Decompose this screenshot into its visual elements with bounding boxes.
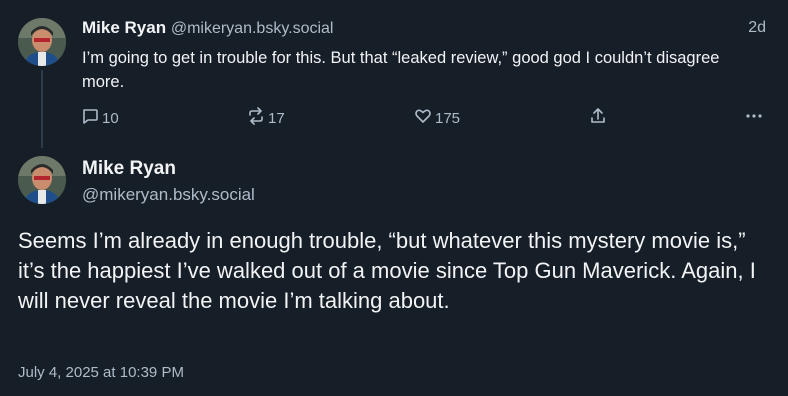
- heart-icon: [413, 106, 435, 130]
- post-author-handle[interactable]: @mikeryan.bsky.social: [82, 185, 255, 205]
- comment-icon: [80, 106, 102, 130]
- share-icon: [588, 106, 610, 130]
- post-timestamp: July 4, 2025 at 10:39 PM: [18, 364, 184, 381]
- like-count: 175: [435, 109, 461, 127]
- share-button[interactable]: [588, 106, 610, 130]
- reply-time-ago[interactable]: 2d: [748, 19, 766, 37]
- repost-count: 17: [268, 109, 285, 127]
- reply-author-line[interactable]: Mike Ryan @mikeryan.bsky.social: [82, 18, 333, 38]
- post-text: Seems I’m already in enough trouble, “bu…: [18, 228, 756, 313]
- more-icon: [744, 106, 766, 130]
- reply-author-name[interactable]: Mike Ryan: [82, 18, 166, 37]
- more-options-button[interactable]: [744, 106, 766, 130]
- reply-author-handle[interactable]: @mikeryan.bsky.social: [171, 20, 334, 37]
- reply-button[interactable]: 10: [80, 106, 119, 130]
- reply-count: 10: [102, 109, 119, 127]
- repost-icon: [246, 106, 268, 130]
- reply-text: I’m going to get in trouble for this. Bu…: [82, 49, 720, 91]
- reply-author-avatar[interactable]: [18, 18, 66, 66]
- reply-action-bar: 10 17 175: [0, 106, 788, 130]
- post-author-name[interactable]: Mike Ryan: [82, 158, 176, 180]
- repost-button[interactable]: 17: [246, 106, 285, 130]
- like-button[interactable]: 175: [413, 106, 460, 130]
- post-author-avatar[interactable]: [18, 156, 66, 204]
